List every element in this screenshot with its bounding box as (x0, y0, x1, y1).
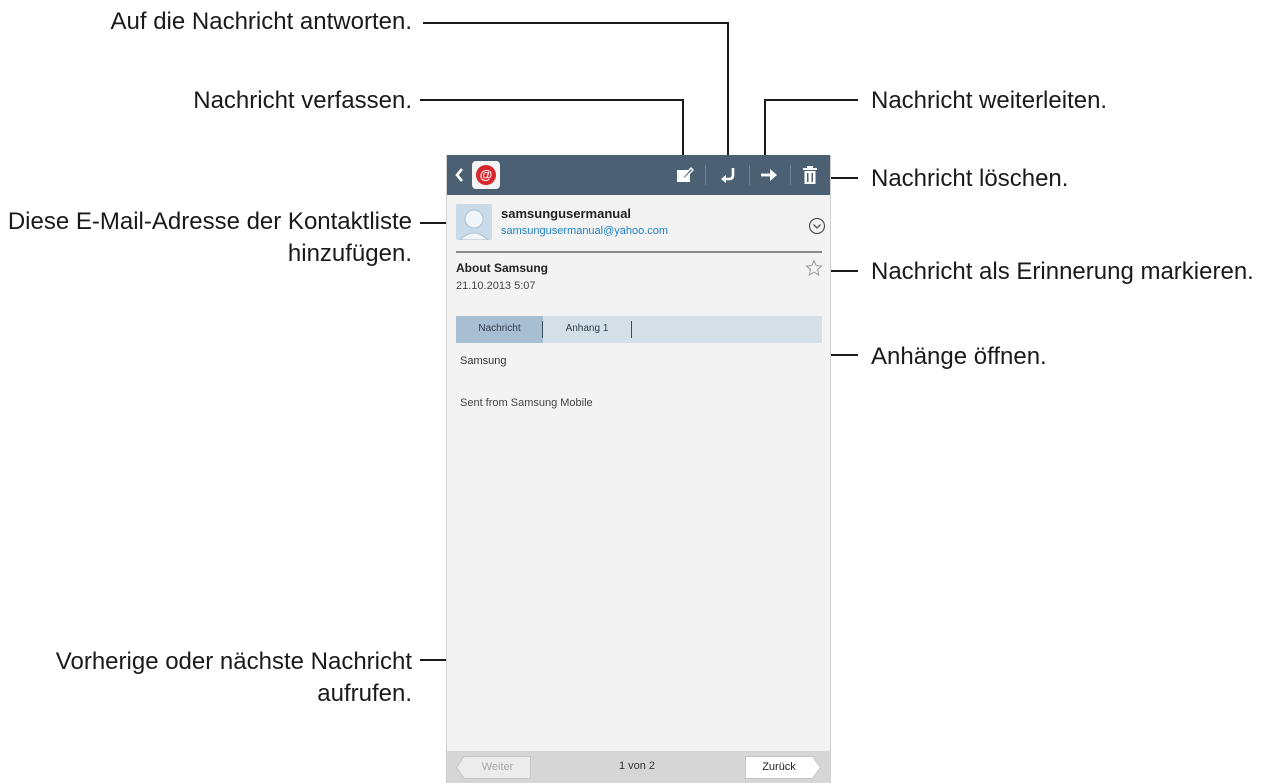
message-date: 21.10.2013 5:07 (456, 280, 536, 292)
separator (790, 165, 791, 185)
callout-forward: Nachricht weiterleiten. (871, 87, 1108, 114)
callout-prev-next: Vorherige oder nächste Nachricht aufrufe… (56, 646, 412, 710)
email-view-screen: @ samsungusermanual samsungusermanual@ya… (446, 155, 831, 783)
compose-button[interactable] (667, 155, 701, 195)
sender-name: samsungusermanual (501, 206, 632, 221)
reply-button[interactable] (710, 155, 746, 195)
action-bar: @ (447, 155, 830, 195)
chevron-down-circle-icon (808, 217, 826, 235)
email-app-icon[interactable]: @ (472, 161, 500, 189)
back-button[interactable] (449, 155, 471, 195)
separator (705, 165, 706, 185)
sender-row: samsungusermanual samsungusermanual@yaho… (447, 195, 830, 253)
leader-reply-h (423, 22, 729, 24)
previous-button-label: Weiter (481, 761, 514, 773)
forward-button[interactable] (751, 155, 787, 195)
divider (456, 251, 822, 253)
tab-attachment[interactable]: Anhang 1 (543, 316, 631, 343)
callout-add-contact-line1: Diese E-Mail-Adresse der Kontaktliste (7, 208, 412, 235)
message-body-signature: Sent from Samsung Mobile (460, 397, 593, 409)
message-body-line: Samsung (460, 355, 507, 367)
callout-prev-next-line2: aufrufen. (317, 680, 412, 707)
tab-message-label: Nachricht (478, 323, 521, 334)
callout-prev-next-line1: Vorherige oder nächste Nachricht (55, 648, 412, 675)
callout-compose: Nachricht verfassen. (193, 87, 412, 114)
separator (749, 165, 750, 185)
delete-icon (803, 166, 817, 184)
message-subject: About Samsung (456, 261, 548, 275)
callout-add-contact: Diese E-Mail-Adresse der Kontaktliste hi… (8, 206, 412, 270)
forward-icon (761, 169, 777, 181)
leader-reply-v (727, 22, 729, 168)
callout-mark-reminder: Nachricht als Erinnerung markieren. (871, 258, 1254, 285)
sender-email[interactable]: samsungusermanual@yahoo.com (501, 225, 668, 237)
next-message-button[interactable]: Zurück (745, 756, 821, 779)
delete-button[interactable] (793, 155, 827, 195)
callout-add-contact-line2: hinzufügen. (287, 240, 412, 267)
message-tab-bar: Nachricht Anhang 1 (456, 316, 822, 343)
tab-message[interactable]: Nachricht (456, 316, 543, 343)
callout-reply: Auf die Nachricht antworten. (110, 8, 413, 35)
leader-forward-h (764, 99, 858, 101)
tab-separator (631, 321, 632, 338)
page-indicator: 1 von 2 (618, 760, 656, 772)
message-navigation-bar: Weiter 1 von 2 Zurück (447, 751, 830, 783)
tab-attachment-label: Anhang 1 (565, 323, 609, 334)
compose-icon (677, 166, 694, 182)
expand-details-button[interactable] (808, 217, 826, 235)
back-chevron-icon (455, 168, 463, 182)
reply-icon (721, 168, 735, 183)
previous-message-button[interactable]: Weiter (456, 756, 531, 779)
callout-delete: Nachricht löschen. (871, 165, 1069, 192)
contact-avatar[interactable] (456, 204, 492, 240)
callout-open-attachments: Anhänge öffnen. (871, 343, 1047, 370)
person-icon (456, 204, 492, 240)
leader-compose-h (420, 99, 684, 101)
next-button-label: Zurück (762, 761, 796, 773)
star-icon (805, 259, 823, 277)
reminder-star-button[interactable] (805, 259, 823, 277)
